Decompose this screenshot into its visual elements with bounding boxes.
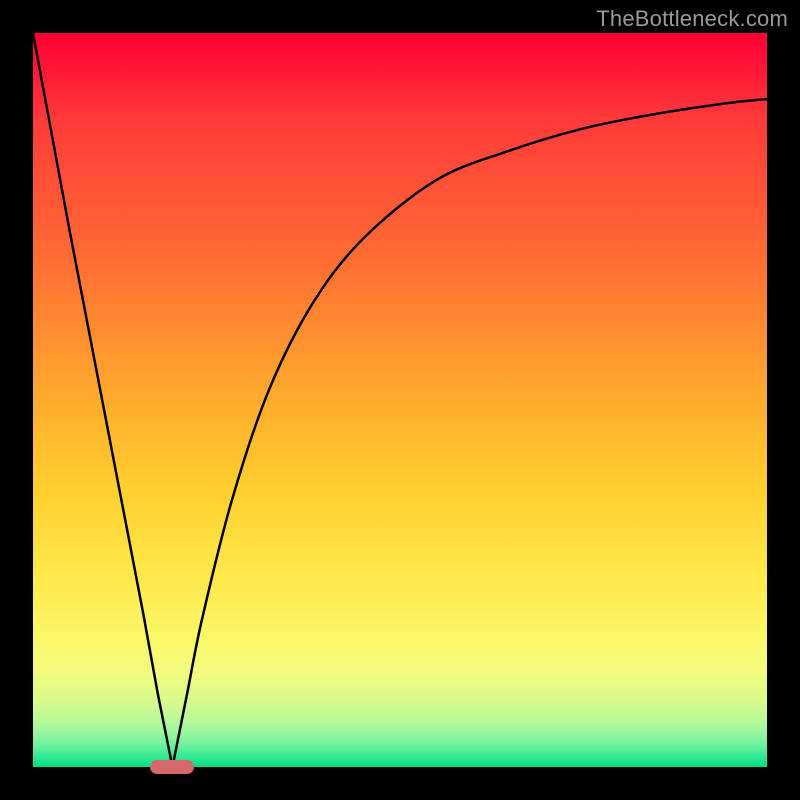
optimal-marker: [150, 760, 194, 774]
chart-frame: TheBottleneck.com: [0, 0, 800, 800]
watermark-label: TheBottleneck.com: [596, 6, 788, 32]
curve-layer: [33, 33, 767, 767]
plot-area: [33, 33, 767, 767]
bottleneck-curve: [33, 33, 767, 767]
